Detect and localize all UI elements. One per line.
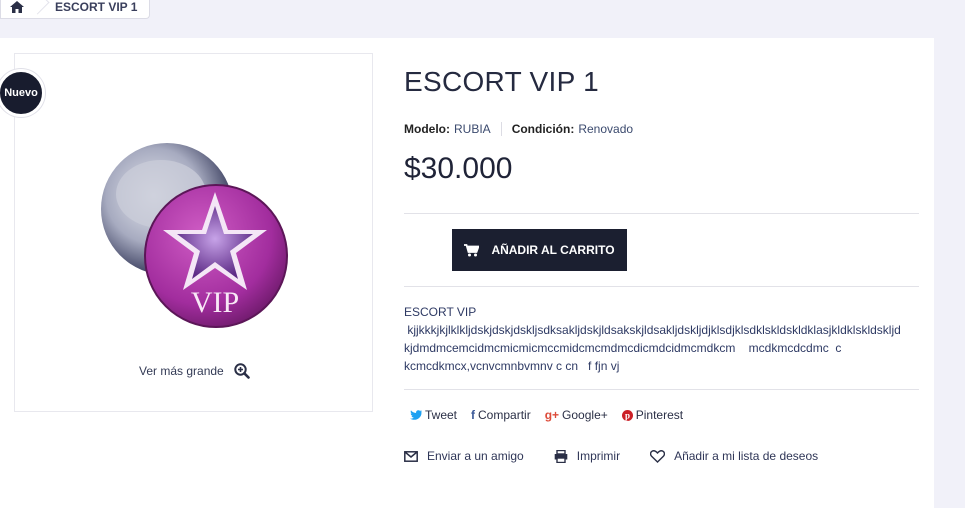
google-plus-label: Google+ [562,408,608,422]
add-to-cart-label: AÑADIR AL CARRITO [491,243,615,257]
breadcrumb-current: ESCORT VIP 1 [55,0,138,14]
print-label: Imprimir [576,449,621,463]
view-larger-label: Ver más grande [139,364,224,378]
description-line: kcmcdkmcx,vcnvcmnbvmnv c cn f fjn vj [404,359,620,373]
view-larger-link[interactable]: Ver más grande [139,363,250,379]
send-to-friend-link[interactable]: Enviar a un amigo [404,449,524,463]
description-line: ESCORT VIP [404,305,477,319]
cart-icon [464,243,480,256]
condition-label: Condición: [511,122,575,136]
twitter-icon [410,410,422,420]
tweet-button[interactable]: Tweet [410,408,457,422]
product-image-container[interactable]: VIP [14,53,373,412]
zoom-in-icon [234,363,250,379]
facebook-share-button[interactable]: f Compartir [471,408,531,422]
divider [404,213,919,214]
condition-value: Renovado [578,122,634,136]
description-line: kjjkkkjkjlklkljdskjdskjdskljsdksakljdskj… [404,323,901,337]
pinterest-icon: p [621,409,633,421]
image-vip-text: VIP [191,286,239,319]
home-icon [10,1,24,13]
breadcrumb: ESCORT VIP 1 [0,0,151,19]
description-line: kjdmdmcemcidmcmicmicmccmidcmcmdmcdicmdci… [404,341,842,355]
product-price: $30.000 [404,152,513,185]
google-plus-icon: g+ [544,408,560,422]
print-link[interactable]: Imprimir [554,449,620,463]
product-title: ESCORT VIP 1 [404,66,600,97]
divider [404,389,919,390]
product-description: ESCORT VIP kjjkkkjkjlklkljdskjdskjdskljs… [404,303,924,375]
divider [404,286,919,287]
envelope-icon [404,450,418,462]
model-label: Modelo: [404,122,450,136]
model-value: RUBIA [454,122,491,136]
facebook-icon: f [471,408,476,422]
product-actions: Enviar a un amigo Imprimir Añadir a mi l… [404,449,848,463]
product-meta: Modelo: RUBIA Condición: Renovado [404,122,633,136]
print-icon [554,449,568,463]
meta-divider [500,122,502,136]
product-image[interactable]: VIP [15,54,374,413]
google-plus-button[interactable]: g+ Google+ [545,408,608,422]
add-to-wishlist-link[interactable]: Añadir a mi lista de deseos [650,449,818,463]
add-to-cart-button[interactable]: AÑADIR AL CARRITO [452,229,627,271]
heart-icon [650,449,666,463]
breadcrumb-separator [33,0,47,18]
share-label: Compartir [478,408,531,422]
tweet-label: Tweet [425,408,458,422]
add-to-wishlist-label: Añadir a mi lista de deseos [674,449,819,463]
pinterest-label: Pinterest [635,408,684,422]
svg-text:p: p [625,410,630,420]
social-share-bar: Tweet f Compartir g+ Google+ p Pinterest [410,408,697,422]
send-to-friend-label: Enviar a un amigo [427,449,524,463]
pinterest-button[interactable]: p Pinterest [621,408,684,422]
